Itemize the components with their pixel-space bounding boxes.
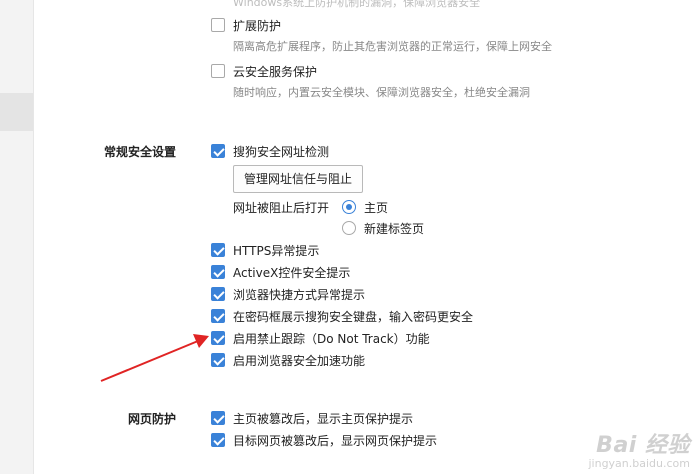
baidu-jingyan-watermark: Bai 经验 jingyan.baidu.com [588,427,690,470]
watermark-url: jingyan.baidu.com [588,457,690,470]
watermark-logo: Bai 经验 [596,433,690,458]
annotation-arrow [100,334,209,382]
